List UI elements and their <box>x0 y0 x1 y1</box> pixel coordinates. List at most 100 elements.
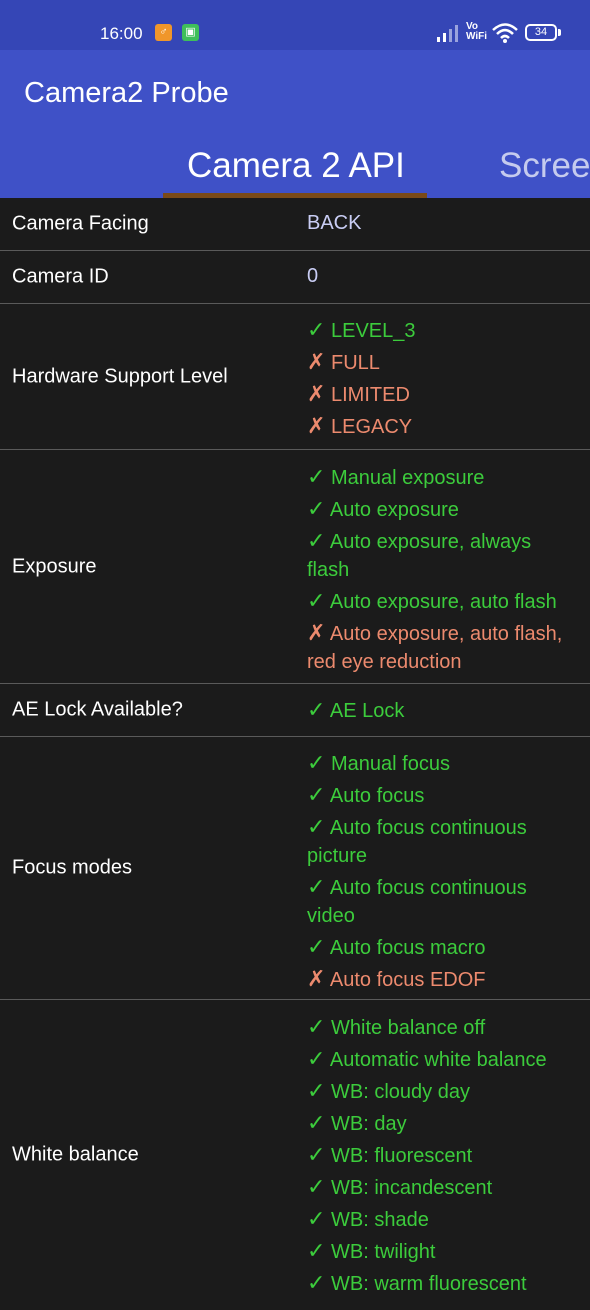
check-icon: ✓ <box>307 1046 326 1071</box>
app-bar: Camera2 Probe <box>0 50 590 134</box>
capability-item: ✓ WB: shade <box>307 1205 568 1234</box>
row-value: BACK <box>307 212 362 234</box>
check-icon: ✓ <box>307 1078 326 1103</box>
capability-text: AE Lock <box>329 700 405 722</box>
check-icon: ✓ <box>307 317 326 342</box>
cross-icon: ✗ <box>307 966 326 991</box>
capability-text: Auto focus continuous picture <box>307 817 527 867</box>
capability-item: ✓ Auto exposure, auto flash <box>307 587 568 616</box>
row-label: White balance <box>12 1143 139 1166</box>
app-notification-icon: ♂ <box>155 24 172 41</box>
capability-text: WB: fluorescent <box>331 1145 473 1167</box>
capability-text: WB: twilight <box>331 1241 436 1263</box>
check-icon: ✓ <box>307 1206 326 1231</box>
capability-item: ✓ Auto exposure <box>307 495 568 524</box>
status-time: 16:00 <box>100 24 143 43</box>
capability-text: White balance off <box>331 1017 486 1039</box>
capability-item: ✓ WB: day <box>307 1109 568 1138</box>
capability-item: ✓ WB: fluorescent <box>307 1141 568 1170</box>
check-icon: ✓ <box>307 464 326 489</box>
capability-text: Auto exposure <box>329 499 459 521</box>
check-icon: ✓ <box>307 1142 326 1167</box>
capability-text: WB: warm fluorescent <box>331 1273 527 1295</box>
capability-item: ✓ White balance off <box>307 1013 568 1042</box>
tab-bar: Camera 2 API Scree <box>0 134 590 198</box>
capability-list: ✓ Manual focus ✓ Auto focus ✓ Auto focus c… <box>307 749 568 997</box>
row-exposure: Exposure ✓ Manual exposure ✓ Auto exposur… <box>0 450 590 684</box>
capability-text: LEVEL_3 <box>331 320 416 342</box>
row-camera-facing: Camera Facing BACK <box>0 198 590 251</box>
capability-item: ✓ WB: warm fluorescent <box>307 1269 568 1298</box>
check-icon: ✓ <box>307 1174 326 1199</box>
battery-level: 34 <box>534 26 548 38</box>
capability-text: Auto exposure, always flash <box>307 531 532 581</box>
check-icon: ✓ <box>307 528 326 553</box>
capability-item: ✓ WB: twilight <box>307 1237 568 1266</box>
capability-item: ✗ Auto exposure, auto flash, red eye red… <box>307 619 568 676</box>
row-camera-id: Camera ID 0 <box>0 251 590 304</box>
capability-item: ✗ Auto focus EDOF <box>307 965 568 994</box>
row-label: Hardware Support Level <box>12 365 228 387</box>
capability-item: ✓ Automatic white balance <box>307 1045 568 1074</box>
row-value: 0 <box>307 265 319 287</box>
row-hardware-support-level: Hardware Support Level ✓ LEVEL_3 ✗ FULL ✗ … <box>0 304 590 450</box>
capability-list: ✓ White balance off ✓ Automatic white bal… <box>307 1013 568 1301</box>
capability-list: ✓ Manual exposure ✓ Auto exposure ✓ Auto e… <box>307 463 568 679</box>
check-icon: ✓ <box>307 874 326 899</box>
capability-item: ✓ Manual focus <box>307 749 568 778</box>
capability-item: ✓ Auto focus continuous video <box>307 873 568 930</box>
capability-item: ✓ Manual exposure <box>307 463 568 492</box>
check-icon: ✓ <box>307 496 326 521</box>
row-label: AE Lock Available? <box>12 698 183 721</box>
capability-item: ✗ LEGACY <box>307 412 568 441</box>
capability-item: ✓ WB: cloudy day <box>307 1077 568 1106</box>
capability-text: Manual focus <box>331 753 450 775</box>
capability-text: LEGACY <box>331 416 413 438</box>
capability-list: ✓ LEVEL_3 ✗ FULL ✗ LIMITED ✗ LEGACY <box>307 316 568 444</box>
capability-text: WB: incandescent <box>331 1177 493 1199</box>
check-icon: ✓ <box>307 814 326 839</box>
capability-list: ✓ AE Lock <box>307 696 568 728</box>
store-notification-icon: ▣ <box>182 24 199 41</box>
volte-indicator: Vo WiFi <box>466 22 487 42</box>
capability-item: ✓ Auto focus macro <box>307 933 568 962</box>
check-icon: ✓ <box>307 1110 326 1135</box>
capability-item: ✓ WB: incandescent <box>307 1173 568 1202</box>
capability-text: Automatic white balance <box>329 1049 547 1071</box>
row-focus-modes: Focus modes ✓ Manual focus ✓ Auto focus ✓ … <box>0 737 590 1000</box>
capability-item: ✗ FULL <box>307 348 568 377</box>
battery-tip <box>558 29 561 36</box>
camera-info-table: Camera Facing BACK Camera ID 0 Hardware … <box>0 198 590 1310</box>
cross-icon: ✗ <box>307 381 326 406</box>
capability-text: Auto exposure, auto flash, red eye reduc… <box>307 623 563 673</box>
row-label: Camera ID <box>12 265 109 288</box>
check-icon: ✓ <box>307 1238 326 1263</box>
check-icon: ✓ <box>307 697 326 722</box>
capability-text: Auto focus macro <box>329 937 486 959</box>
capability-item: ✓ AE Lock <box>307 696 568 725</box>
capability-text: Auto focus <box>329 785 425 807</box>
check-icon: ✓ <box>307 934 326 959</box>
row-white-balance: White balance ✓ White balance off ✓ Autom… <box>0 1000 590 1310</box>
capability-text: Auto focus continuous video <box>307 877 527 927</box>
row-label: Exposure <box>12 555 97 577</box>
capability-item: ✓ LEVEL_3 <box>307 316 568 345</box>
cross-icon: ✗ <box>307 620 326 645</box>
tab-screen[interactable]: Scree <box>499 146 590 186</box>
row-label: Camera Facing <box>12 212 149 235</box>
capability-item: ✗ LIMITED <box>307 380 568 409</box>
capability-text: Manual exposure <box>331 467 485 489</box>
cross-icon: ✗ <box>307 413 326 438</box>
capability-item: ✓ Auto focus continuous picture <box>307 813 568 870</box>
wifi-calling-label: WiFi <box>466 31 488 42</box>
capability-text: Auto exposure, auto flash <box>329 591 557 613</box>
status-bar: 16:00 ♂ ▣ Vo WiFi 34 <box>0 0 590 50</box>
row-ae-lock: AE Lock Available? ✓ AE Lock <box>0 684 590 737</box>
tab-camera2-api[interactable]: Camera 2 API <box>187 146 405 186</box>
check-icon: ✓ <box>307 588 326 613</box>
capability-text: LIMITED <box>331 384 410 406</box>
wifi-icon <box>492 23 518 43</box>
capability-item: ✓ Auto focus <box>307 781 568 810</box>
capability-text: WB: shade <box>331 1209 429 1231</box>
app-title: Camera2 Probe <box>24 77 229 109</box>
